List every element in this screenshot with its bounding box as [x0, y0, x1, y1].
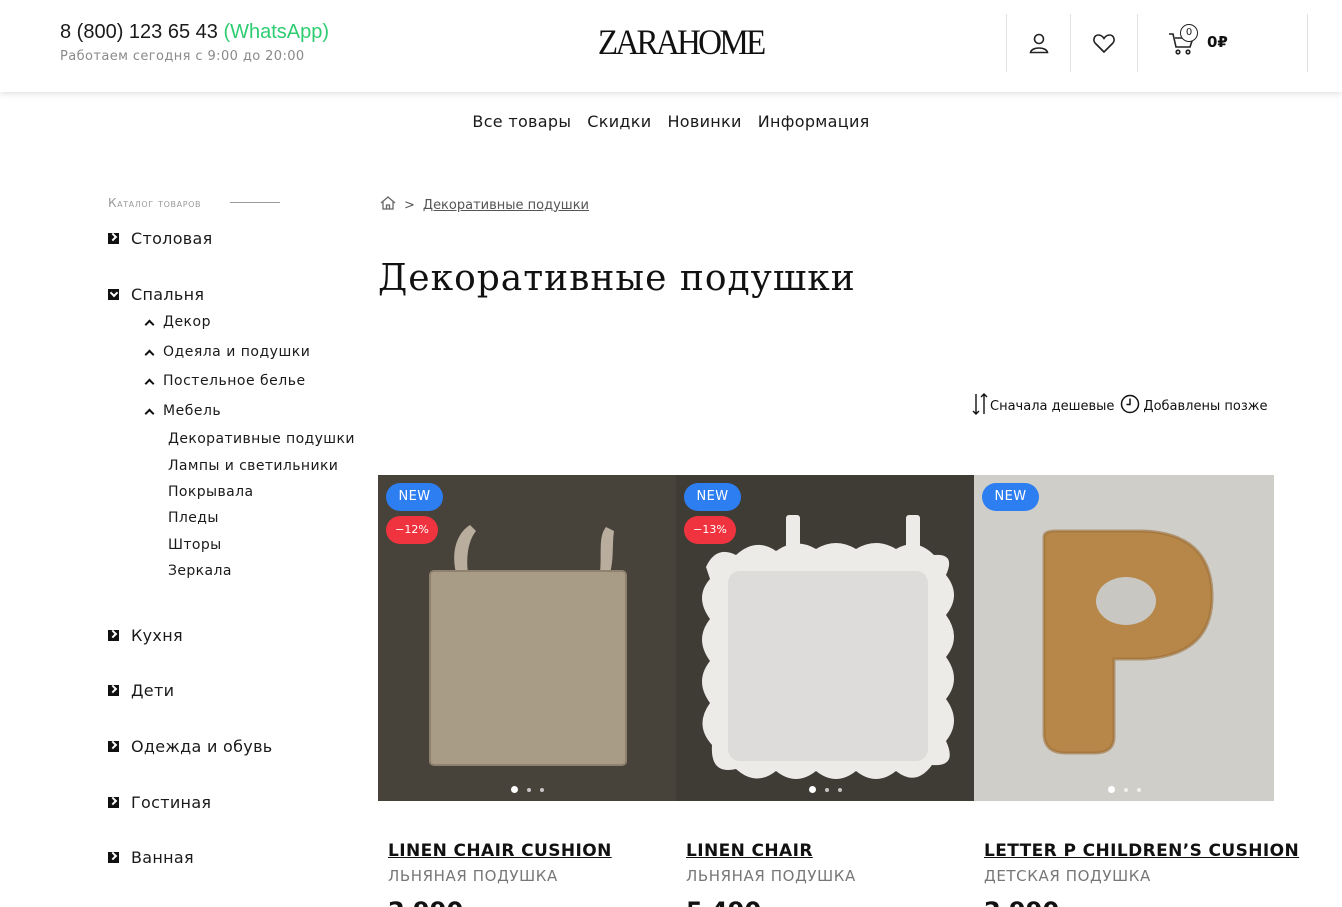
catalog-label-line	[230, 202, 280, 203]
sidebar-item-label: Спальня	[131, 285, 205, 304]
home-icon[interactable]	[380, 196, 396, 214]
header-divider	[1307, 14, 1308, 72]
product-name[interactable]: LINEN CHAIR CUSHION	[388, 841, 612, 861]
product-card[interactable]: NEW LETTER P CHILDREN’S CUSHION ДЕТСКАЯ …	[974, 475, 1299, 907]
sidebar-sub-label: Постельное белье	[163, 373, 306, 389]
sidebar-item-label: Одежда и обувь	[131, 737, 273, 756]
nav-info[interactable]: Информация	[758, 112, 870, 131]
chevron-right-icon	[108, 852, 119, 863]
sort-controls: Сначала дешевые Добавлены позже	[970, 392, 1267, 420]
chevron-up-icon	[144, 349, 155, 359]
sort-by-date[interactable]: Добавлены позже	[1143, 399, 1267, 414]
header-divider	[1070, 14, 1071, 72]
chevron-up-icon	[144, 408, 155, 418]
sidebar-item-label: Столовая	[131, 229, 213, 248]
sidebar-sub-label: Мебель	[163, 403, 222, 419]
sidebar-item-bedroom[interactable]: Спальня	[108, 285, 204, 304]
product-subtitle: ЛЬНЯНАЯ ПОДУШКА	[388, 867, 558, 885]
chevron-right-icon	[108, 630, 119, 641]
product-name[interactable]: LETTER P CHILDREN’S CUSHION	[984, 841, 1299, 861]
sidebar-item-kids[interactable]: Дети	[108, 681, 174, 700]
phone-number[interactable]: 8 (800) 123 65 43 (WhatsApp)	[60, 21, 329, 44]
chevron-right-icon	[108, 233, 119, 244]
product-name[interactable]: LINEN CHAIR	[686, 841, 813, 861]
product-image[interactable]: NEW −12%	[378, 475, 676, 801]
chevron-up-icon	[144, 378, 155, 388]
header-divider	[1006, 14, 1007, 72]
chevron-right-icon	[108, 741, 119, 752]
breadcrumb-current[interactable]: Декоративные подушки	[423, 198, 589, 213]
product-card[interactable]: NEW −13% LINEN CHAIR ЛЬНЯНАЯ ПОДУШКА 5 4…	[676, 475, 974, 907]
catalog-label: Каталог товаров	[108, 196, 202, 210]
sort-arrows-icon[interactable]	[970, 392, 990, 420]
discount-badge: −13%	[684, 516, 736, 544]
sidebar-subsub-curtains[interactable]: Шторы	[168, 537, 222, 553]
sort-by-price[interactable]: Сначала дешевые	[990, 399, 1114, 414]
site-header: 8 (800) 123 65 43 (WhatsApp) Работаем се…	[0, 0, 1342, 92]
sidebar-item-label: Дети	[131, 681, 175, 700]
chevron-up-icon	[144, 319, 155, 329]
image-carousel-dots[interactable]	[676, 786, 974, 793]
product-price: 5 490	[686, 897, 761, 907]
new-badge: NEW	[386, 483, 443, 511]
phone-text[interactable]: 8 (800) 123 65 43	[60, 21, 218, 43]
sidebar-subsub-lamps[interactable]: Лампы и светильники	[168, 458, 338, 474]
breadcrumb: > Декоративные подушки	[380, 196, 589, 214]
working-hours: Работаем сегодня с 9:00 до 20:00	[60, 49, 305, 64]
whatsapp-link[interactable]: (WhatsApp)	[223, 21, 329, 43]
sidebar-sub-blankets[interactable]: Одеяла и подушки	[144, 344, 311, 360]
sidebar-sub-decor[interactable]: Декор	[144, 314, 211, 330]
sidebar-subsub-cushions[interactable]: Декоративные подушки	[168, 431, 355, 447]
product-card[interactable]: NEW −12% LINEN CHAIR CUSHION ЛЬНЯНАЯ ПОД…	[378, 475, 676, 907]
nav-all-products[interactable]: Все товары	[472, 112, 571, 131]
sidebar-sub-bedding[interactable]: Постельное белье	[144, 373, 306, 389]
sidebar-item-label: Гостиная	[131, 793, 212, 812]
cart-count-badge: 0	[1180, 24, 1198, 42]
nav-discounts[interactable]: Скидки	[587, 112, 651, 131]
nav-new[interactable]: Новинки	[667, 112, 741, 131]
image-carousel-dots[interactable]	[974, 786, 1274, 793]
user-icon[interactable]	[1024, 26, 1054, 60]
sidebar-item-label: Ванная	[131, 848, 194, 867]
product-image[interactable]: NEW −13%	[676, 475, 974, 801]
sidebar-sub-label: Декор	[163, 314, 211, 330]
site-logo[interactable]: ZARAHOME	[598, 22, 766, 62]
image-carousel-dots[interactable]	[378, 786, 676, 793]
header-divider	[1137, 14, 1138, 72]
sidebar-item-kitchen[interactable]: Кухня	[108, 626, 183, 645]
product-image[interactable]: NEW	[974, 475, 1274, 801]
product-subtitle: ЛЬНЯНАЯ ПОДУШКА	[686, 867, 856, 885]
breadcrumb-separator: >	[404, 197, 415, 213]
heart-icon[interactable]	[1089, 26, 1119, 60]
new-badge: NEW	[982, 483, 1039, 511]
clock-icon[interactable]	[1120, 394, 1140, 418]
sidebar-item-label: Кухня	[131, 626, 183, 645]
chevron-right-icon	[108, 797, 119, 808]
discount-badge: −12%	[386, 516, 438, 544]
new-badge: NEW	[684, 483, 741, 511]
product-price: 2 990	[984, 897, 1059, 907]
sidebar-subsub-mirrors[interactable]: Зеркала	[168, 563, 232, 579]
main-nav: Все товары Скидки Новинки Информация	[0, 112, 1342, 131]
sidebar-subsub-throws[interactable]: Пледы	[168, 510, 219, 526]
cart-total[interactable]: 0₽	[1207, 33, 1228, 51]
chevron-down-icon	[108, 289, 119, 300]
sidebar-sub-furniture[interactable]: Мебель	[144, 403, 222, 419]
sidebar-sub-label: Одеяла и подушки	[163, 344, 311, 360]
product-subtitle: ДЕТСКАЯ ПОДУШКА	[984, 867, 1151, 885]
chevron-right-icon	[108, 685, 119, 696]
sidebar-item-dining[interactable]: Столовая	[108, 229, 213, 248]
sidebar-item-bathroom[interactable]: Ванная	[108, 848, 194, 867]
product-price: 2 990	[388, 897, 463, 907]
sidebar-item-clothing[interactable]: Одежда и обувь	[108, 737, 273, 756]
sidebar-subsub-bedspreads[interactable]: Покрывала	[168, 484, 253, 500]
sidebar-item-living[interactable]: Гостиная	[108, 793, 211, 812]
page-title: Декоративные подушки	[378, 258, 856, 299]
